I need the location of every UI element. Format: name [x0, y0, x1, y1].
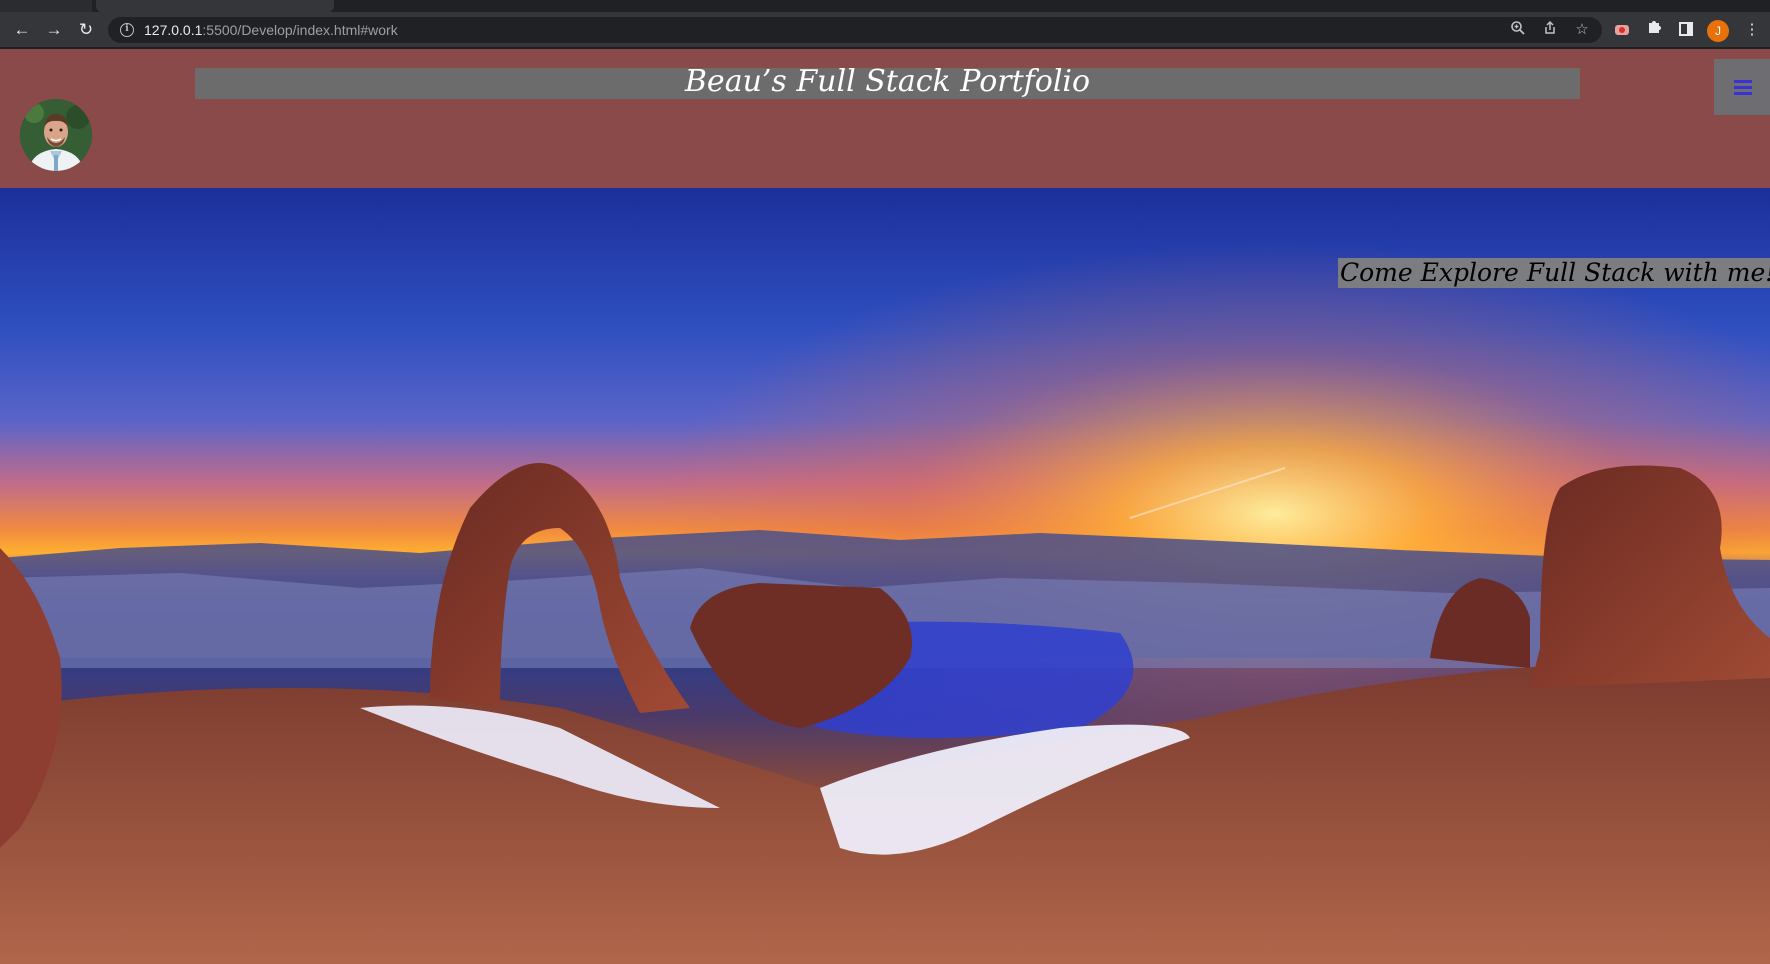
- site-header: Beau’s Full Stack Portfolio: [0, 49, 1770, 188]
- url-host: 127.0.0.1: [144, 22, 203, 38]
- forward-arrow-icon[interactable]: →: [42, 18, 66, 42]
- hero-banner: Come Explore Full Stack with me!: [0, 188, 1770, 964]
- url-text[interactable]: 127.0.0.1:5500/Develop/index.html#work: [144, 22, 398, 38]
- info-icon[interactable]: i: [120, 23, 134, 37]
- avatar: [20, 99, 92, 171]
- share-icon[interactable]: [1540, 20, 1560, 40]
- page-viewport: Beau’s Full Stack Portfolio Come Explore…: [0, 49, 1770, 964]
- back-arrow-icon[interactable]: ←: [10, 18, 34, 42]
- profile-avatar[interactable]: J: [1707, 20, 1729, 42]
- address-bar[interactable]: i 127.0.0.1:5500/Develop/index.html#work…: [108, 17, 1602, 43]
- hero-tagline: Come Explore Full Stack with me!: [1338, 258, 1770, 288]
- side-panel-icon[interactable]: [1674, 18, 1698, 42]
- puzzle-icon[interactable]: [1642, 18, 1666, 42]
- hamburger-menu-icon[interactable]: [1714, 59, 1770, 115]
- record-icon[interactable]: [1610, 18, 1634, 42]
- url-path: :5500/Develop/index.html#work: [202, 22, 398, 38]
- page-title: Beau’s Full Stack Portfolio: [684, 64, 1091, 99]
- new-tab-button[interactable]: [338, 0, 350, 12]
- tab-strip: [0, 0, 1770, 12]
- reload-icon[interactable]: ↻: [74, 18, 98, 42]
- zoom-icon[interactable]: [1508, 20, 1528, 40]
- star-icon[interactable]: ☆: [1572, 20, 1592, 40]
- browser-toolbar: ← → ↻ i 127.0.0.1:5500/Develop/index.htm…: [0, 12, 1770, 48]
- hero-landscape-image: [0, 188, 1770, 964]
- title-bar: Beau’s Full Stack Portfolio: [195, 64, 1580, 99]
- browser-tab[interactable]: [0, 0, 92, 12]
- browser-tab-active[interactable]: [96, 0, 334, 12]
- more-vert-icon[interactable]: ⋮: [1740, 18, 1764, 42]
